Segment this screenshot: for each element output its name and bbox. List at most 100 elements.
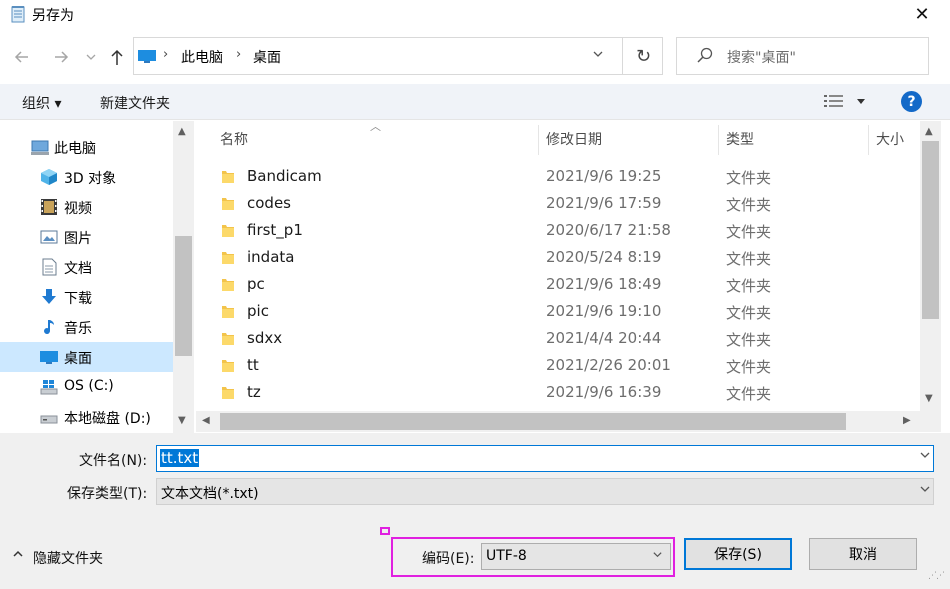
scroll-right-icon[interactable]: ▶ (903, 415, 911, 426)
search-icon (697, 47, 713, 63)
file-name: Bandicam (247, 167, 322, 185)
command-bar: 组织 ▾ 新建文件夹 ? (0, 84, 950, 120)
file-row[interactable]: pc 2021/9/6 18:49 文件夹 (196, 271, 920, 298)
file-name: pic (247, 302, 269, 320)
file-type: 文件夹 (726, 250, 772, 268)
folder-icon (222, 387, 234, 399)
save-options-pane: 文件名(N): tt.txt 保存类型(T): 文本文档(*.txt) 隐藏文件… (0, 433, 950, 589)
organize-menu-button[interactable]: 组织 ▾ (22, 93, 61, 113)
breadcrumb-separator[interactable]: › (163, 47, 168, 62)
nav-item-downloads[interactable]: 下载 (0, 282, 173, 312)
file-row[interactable]: tz 2021/9/6 16:39 文件夹 (196, 379, 920, 406)
file-row[interactable]: pic 2021/9/6 19:10 文件夹 (196, 298, 920, 325)
column-divider[interactable] (538, 125, 539, 155)
nav-item-label: OS (C:) (64, 378, 114, 394)
nav-item-desktop[interactable]: 桌面 (0, 342, 173, 372)
nav-item-this-pc[interactable]: 此电脑 (0, 132, 173, 162)
cancel-button[interactable]: 取消 (809, 538, 917, 570)
file-modified: 2021/4/4 20:44 (546, 329, 662, 347)
scroll-down-icon[interactable]: ▼ (925, 393, 933, 404)
column-header-type[interactable]: 类型 (726, 129, 754, 149)
save-button[interactable]: 保存(S) (684, 538, 792, 570)
nav-item-music[interactable]: 音乐 (0, 312, 173, 342)
breadcrumb-desktop[interactable]: 桌面 (253, 47, 281, 67)
folder-icon (222, 171, 234, 183)
recent-locations-button[interactable] (80, 43, 102, 71)
file-row[interactable]: indata 2020/5/24 8:19 文件夹 (196, 244, 920, 271)
annotation-marker (380, 527, 390, 535)
file-type: 文件夹 (726, 385, 772, 403)
scroll-up-icon[interactable]: ▲ (178, 126, 186, 137)
search-placeholder: 搜索"桌面" (727, 50, 796, 66)
chevron-up-icon (12, 548, 24, 562)
address-history-dropdown[interactable] (592, 48, 604, 63)
nav-item-pictures[interactable]: 图片 (0, 222, 173, 252)
file-row[interactable]: Bandicam 2021/9/6 19:25 文件夹 (196, 163, 920, 190)
breadcrumb-separator[interactable]: › (236, 47, 241, 62)
nav-item-documents[interactable]: 文档 (0, 252, 173, 282)
nav-scrollbar[interactable]: ▲ ▼ (173, 121, 194, 433)
download-icon (42, 289, 56, 304)
file-list-vertical-scrollbar[interactable]: ▲ ▼ (920, 121, 941, 411)
address-bar[interactable]: › 此电脑 › 桌面 ↻ (133, 37, 663, 75)
file-modified: 2021/9/6 19:10 (546, 302, 662, 320)
filetype-select[interactable]: 文本文档(*.txt) (156, 478, 934, 505)
file-list-horizontal-scrollbar[interactable]: ◀ ▶ (196, 411, 920, 432)
file-name: codes (247, 194, 291, 212)
file-row[interactable]: first_p1 2020/6/17 21:58 文件夹 (196, 217, 920, 244)
nav-item-3d-objects[interactable]: 3D 对象 (0, 162, 173, 192)
file-row[interactable]: tt 2021/2/26 20:01 文件夹 (196, 352, 920, 379)
nav-item-drive-c[interactable]: OS (C:) (0, 372, 173, 402)
chevron-down-icon (652, 549, 663, 563)
folder-icon (222, 225, 234, 237)
cube-3d-icon (41, 169, 57, 185)
breadcrumb-this-pc[interactable]: 此电脑 (181, 47, 223, 67)
filetype-value: 文本文档(*.txt) (161, 486, 259, 502)
nav-scrollbar-thumb[interactable] (175, 236, 192, 356)
file-name: tt (247, 356, 259, 374)
nav-item-drive-d[interactable]: 本地磁盘 (D:) (0, 402, 173, 432)
encoding-select[interactable]: UTF-8 (481, 543, 671, 570)
up-button[interactable] (104, 43, 130, 71)
encoding-value: UTF-8 (486, 548, 527, 564)
horizontal-scrollbar-thumb[interactable] (220, 413, 846, 430)
column-header-name[interactable]: 名称 (220, 129, 248, 149)
close-icon: ✕ (914, 3, 930, 25)
filetype-label: 保存类型(T): (67, 486, 148, 502)
file-type: 文件夹 (726, 331, 772, 349)
nav-item-label: 图片 (64, 231, 92, 247)
new-folder-button[interactable]: 新建文件夹 (100, 93, 170, 113)
scroll-up-icon[interactable]: ▲ (925, 126, 933, 137)
file-row[interactable]: sdxx 2021/4/4 20:44 文件夹 (196, 325, 920, 352)
scroll-down-icon[interactable]: ▼ (178, 415, 186, 426)
back-button[interactable] (9, 43, 35, 71)
chevron-down-icon[interactable] (919, 449, 931, 464)
scroll-left-icon[interactable]: ◀ (202, 415, 210, 426)
encoding-highlight-frame: 编码(E): UTF-8 (391, 537, 675, 577)
forward-button[interactable] (48, 43, 74, 71)
column-divider[interactable] (718, 125, 719, 155)
details-view-icon (824, 95, 843, 107)
resize-grip-icon[interactable]: ⋰⋰ (928, 571, 945, 581)
column-divider[interactable] (868, 125, 869, 155)
notepad-icon (11, 6, 25, 23)
folder-icon (222, 252, 234, 264)
help-button[interactable]: ? (901, 91, 922, 112)
search-box[interactable]: 搜索"桌面" (676, 37, 929, 75)
file-name: pc (247, 275, 265, 293)
filename-input[interactable]: tt.txt (156, 445, 934, 472)
refresh-button[interactable]: ↻ (622, 38, 664, 74)
nav-item-label: 音乐 (64, 321, 92, 337)
column-header-modified[interactable]: 修改日期 (546, 129, 602, 149)
arrow-right-icon (55, 51, 69, 63)
filename-value[interactable]: tt.txt (160, 449, 200, 467)
arrow-up-icon (111, 49, 123, 65)
windows-drive-icon (40, 380, 58, 395)
column-header-size[interactable]: 大小 (876, 129, 904, 149)
vertical-scrollbar-thumb[interactable] (922, 141, 939, 319)
file-name: tz (247, 383, 261, 401)
nav-item-videos[interactable]: 视频 (0, 192, 173, 222)
close-button[interactable]: ✕ (900, 0, 944, 28)
change-view-button[interactable] (824, 92, 872, 112)
file-row[interactable]: codes 2021/9/6 17:59 文件夹 (196, 190, 920, 217)
